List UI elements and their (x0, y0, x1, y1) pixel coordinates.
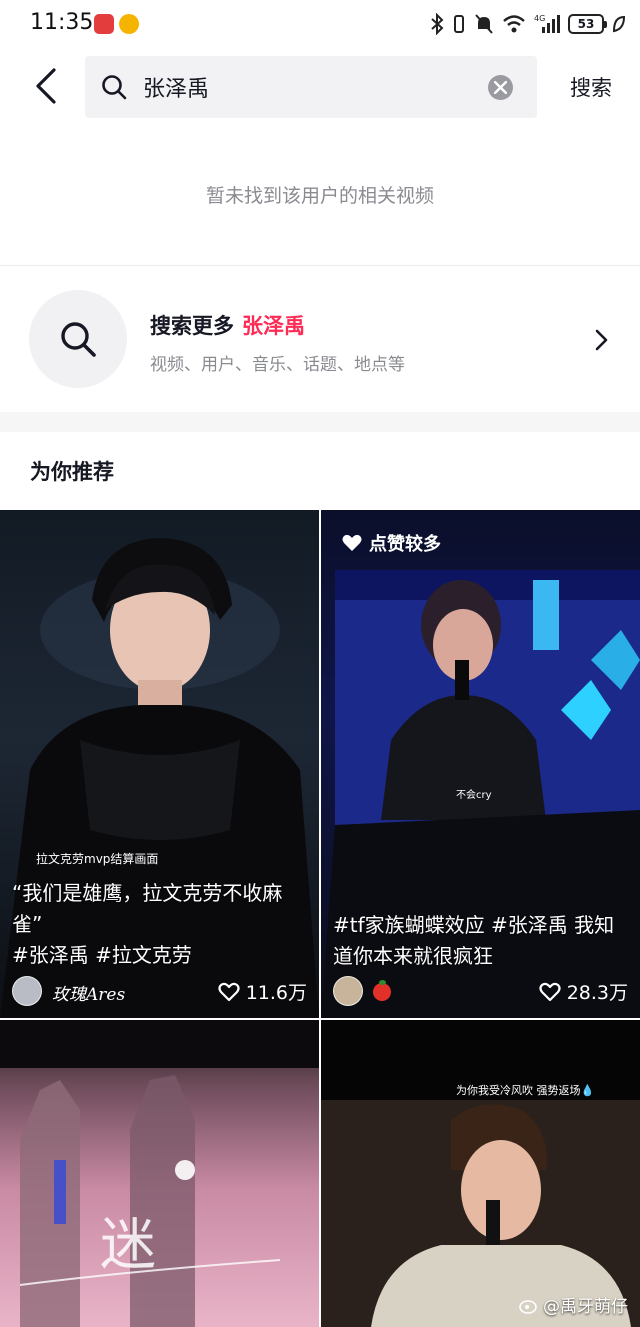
bluetooth-icon (431, 13, 444, 35)
avatar[interactable] (333, 976, 363, 1006)
video-caption: “我们是雄鹰，拉文克劳不收麻 雀” #张泽禹 #拉文克劳 (12, 878, 307, 971)
heart-icon (342, 534, 362, 551)
tomato-emoji-icon (373, 980, 391, 1001)
recommend-section-title: 为你推荐 (30, 460, 114, 484)
search-more-subtitle: 视频、用户、音乐、话题、地点等 (150, 355, 405, 375)
thumbnail-art-text: 迷 (100, 1213, 156, 1278)
search-header: 搜索 (0, 52, 640, 124)
empty-result-message: 暂未找到该用户的相关视频 (205, 185, 434, 207)
author-name[interactable]: 玫瑰Ares (52, 980, 125, 1005)
status-icons: 4G 53 (430, 12, 626, 36)
avatar[interactable] (12, 976, 42, 1006)
mute-bell-icon (475, 14, 493, 34)
video-hashtags: #张泽禹 #拉文克劳 (12, 943, 192, 967)
video-card[interactable]: 拉文克劳mvp结算画面 “我们是雄鹰，拉文克劳不收麻 雀” #张泽禹 #拉文克劳… (0, 510, 319, 1018)
search-more-keyword: 张泽禹 (242, 314, 305, 338)
popular-badge-label: 点赞较多 (369, 534, 441, 555)
search-more-icon-circle (29, 290, 127, 388)
wifi-icon (503, 15, 525, 33)
status-time: 11:35 (30, 10, 94, 35)
search-more-title: 搜索更多 张泽禹 (150, 310, 305, 340)
status-bar: 11:35 4G 53 (0, 0, 640, 48)
video-card[interactable]: 迷 (0, 1020, 319, 1327)
notification-app-icon (94, 14, 114, 34)
weibo-logo-icon (519, 1299, 537, 1314)
inner-video-caption: 拉文克劳mvp结算画面 (36, 852, 159, 866)
svg-text:4G: 4G (534, 14, 545, 23)
search-box[interactable] (85, 56, 537, 118)
section-divider (0, 412, 640, 432)
weibo-watermark: @禹牙萌仔 (519, 1292, 628, 1317)
clear-search-button[interactable] (488, 75, 513, 100)
vibrate-icon (454, 15, 464, 33)
leaf-icon (612, 15, 626, 33)
video-caption-line: #tf家族蝴蝶效应 #张泽禹 我知 (333, 913, 615, 937)
video-caption-line: “我们是雄鹰，拉文克劳不收麻 (12, 881, 283, 905)
search-submit-button[interactable]: 搜索 (570, 72, 612, 102)
search-more-prefix: 搜索更多 (150, 314, 234, 338)
video-thumbnail (0, 1020, 319, 1327)
inner-video-caption: 不会cry (456, 790, 492, 801)
video-card[interactable]: 为你我受冷风吹 强势返场💧 (321, 1020, 640, 1327)
like-count: 28.3万 (539, 978, 628, 1005)
chevron-right-icon (595, 329, 608, 351)
video-thumbnail (321, 1020, 640, 1327)
video-caption: #tf家族蝴蝶效应 #张泽禹 我知 道你本来就很疯狂 (333, 910, 628, 972)
battery-indicator: 53 (568, 14, 607, 34)
back-button[interactable] (28, 66, 68, 106)
popular-badge: 点赞较多 (341, 530, 441, 556)
heart-icon (539, 982, 561, 1001)
search-icon (102, 75, 127, 100)
cellular-signal-icon: 4G (534, 14, 560, 33)
heart-icon (218, 982, 240, 1001)
video-card-footer: 玫瑰Ares 11.6万 (12, 976, 307, 1008)
like-count-value: 28.3万 (566, 982, 628, 1004)
close-icon (494, 81, 507, 94)
search-icon (61, 322, 96, 357)
video-caption-line: 道你本来就很疯狂 (333, 944, 493, 968)
video-caption-line: 雀” (12, 912, 43, 936)
search-input[interactable] (143, 70, 473, 104)
back-arrow-icon (36, 68, 56, 104)
video-card[interactable]: 点赞较多 不会cry #tf家族蝴蝶效应 #张泽禹 我知 道你本来就很疯狂 28… (321, 510, 640, 1018)
weibo-notification-icon (119, 14, 139, 34)
watermark-text: @禹牙萌仔 (543, 1297, 628, 1317)
video-card-footer: 28.3万 (333, 976, 628, 1008)
like-count-value: 11.6万 (245, 982, 307, 1004)
search-more-row[interactable]: 搜索更多 张泽禹 视频、用户、音乐、话题、地点等 (0, 266, 640, 412)
like-count: 11.6万 (218, 978, 307, 1005)
inner-video-caption: 为你我受冷风吹 强势返场💧 (456, 1084, 595, 1097)
